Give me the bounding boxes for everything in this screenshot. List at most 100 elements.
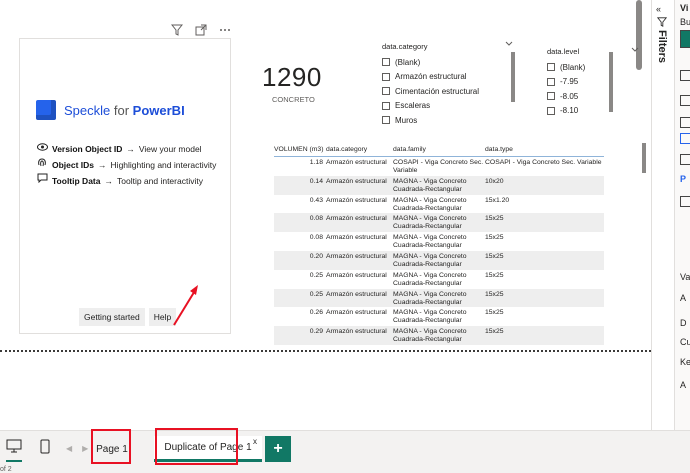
column-header[interactable]: data.category — [326, 146, 393, 153]
kpi-value: 1290 — [262, 62, 322, 92]
checkbox[interactable] — [382, 72, 390, 81]
checkbox[interactable] — [382, 58, 390, 67]
table-cell: 0.14 — [309, 177, 323, 185]
slicer-item[interactable]: (Blank) — [547, 60, 642, 75]
mobile-view-icon[interactable] — [40, 439, 50, 459]
table-row[interactable]: 0.08 Armazón estructural MAGNA - Viga Conc… — [274, 232, 604, 251]
highlight-box — [91, 429, 131, 464]
table-row[interactable]: 0.20 Armazón estructural MAGNA - Viga Conc… — [274, 250, 604, 270]
values-label: Va — [680, 272, 690, 282]
table-row[interactable]: 1.18 Armazón estructural COSAPI - Viga Con… — [274, 157, 604, 176]
slicer-item-label: Escaleras — [395, 101, 431, 111]
slicer-item-label: (Blank) — [560, 62, 586, 72]
table-cell: 15x25 — [485, 328, 504, 336]
table-row[interactable]: 0.25 Armazón estructural MAGNA - Viga Conc… — [274, 270, 604, 289]
add-drill-field-label[interactable]: A — [680, 380, 686, 390]
slicer-item-label: Muros — [395, 115, 418, 125]
highlight-box — [155, 428, 238, 465]
chart-icon[interactable] — [680, 196, 690, 207]
next-page-icon[interactable]: ▶ — [82, 444, 88, 453]
close-tab-icon[interactable]: x — [253, 437, 257, 446]
chevron-down-icon[interactable] — [631, 46, 639, 55]
slicer-item[interactable]: (Blank) — [382, 55, 522, 70]
chart-icon[interactable] — [680, 133, 690, 144]
table-cell: 0.29 — [309, 328, 323, 336]
column-header[interactable]: data.family — [393, 146, 485, 154]
filters-label[interactable]: Filters — [656, 30, 668, 63]
table-cell: MAGNA - Viga Concreto Cuadrada-Rectangul… — [393, 196, 467, 212]
build-visual-icon[interactable] — [680, 30, 690, 48]
slicer-title: data.category — [382, 42, 428, 51]
table-cell: Armazón estructural — [326, 215, 387, 223]
report-canvas: Speckle for PowerBI Version Object ID → … — [0, 0, 651, 430]
checkbox[interactable] — [547, 77, 555, 86]
page-count: of 2 — [0, 466, 12, 473]
chevron-down-icon[interactable] — [505, 40, 513, 49]
slicer-item-label: Armazón estructural — [395, 72, 467, 82]
table-cell: 15x25 — [485, 234, 504, 242]
speckle-logo-icon — [36, 100, 56, 120]
checkbox[interactable] — [547, 63, 555, 72]
checkbox[interactable] — [382, 116, 390, 125]
feature-name: Version Object ID — [52, 144, 123, 154]
slicer-level[interactable]: data.level (Blank) -7.95 -8.05 -8.10 — [547, 47, 642, 118]
getting-started-button[interactable]: Getting started — [79, 308, 145, 326]
table-cell: 10x20 — [485, 177, 504, 185]
table-cell: 15x25 — [485, 309, 504, 317]
speckle-brand: Speckle for PowerBI — [36, 100, 185, 120]
add-page-button[interactable]: + — [265, 436, 291, 462]
table-row[interactable]: 0.43 Armazón estructural MAGNA - Viga Conc… — [274, 195, 604, 214]
slicer-item[interactable]: Armazón estructural — [382, 70, 522, 85]
slicer-scrollbar[interactable] — [609, 52, 613, 112]
chart-icon[interactable] — [680, 95, 690, 106]
chart-icon[interactable] — [680, 117, 690, 128]
slicer-item[interactable]: -7.95 — [547, 75, 642, 90]
powerbi-report-editor: Speckle for PowerBI Version Object ID → … — [0, 0, 690, 473]
desktop-view-icon[interactable] — [6, 439, 22, 462]
table-row[interactable]: 0.25 Armazón estructural MAGNA - Viga Conc… — [274, 288, 604, 308]
table-cell: 0.43 — [309, 196, 323, 204]
checkbox[interactable] — [382, 101, 390, 110]
slicer-item[interactable]: Muros — [382, 113, 522, 128]
table-cell: 0.25 — [309, 271, 323, 279]
table-cell: 0.25 — [309, 290, 323, 298]
slicer-item[interactable]: Escaleras — [382, 99, 522, 114]
column-header[interactable]: VOLUMEN (m3) — [274, 146, 326, 153]
focus-mode-icon[interactable] — [194, 23, 208, 37]
table-row[interactable]: 0.29 Armazón estructural MAGNA - Viga Conc… — [274, 326, 604, 345]
table-cell: Armazón estructural — [326, 252, 387, 260]
speckle-features: Version Object ID → View your model Obje… — [36, 141, 216, 189]
more-options-icon[interactable] — [218, 23, 232, 37]
chart-icon[interactable] — [680, 70, 690, 81]
table-scrollbar[interactable] — [642, 143, 646, 173]
brand-name: Speckle — [64, 102, 111, 118]
slicer-item[interactable]: Cimentación estructural — [382, 84, 522, 99]
power-apps-label: P — [680, 174, 687, 184]
column-header[interactable]: data.type — [485, 146, 604, 154]
checkbox[interactable] — [382, 87, 390, 96]
fingerprint-icon — [36, 157, 48, 173]
table-cell: 0.20 — [309, 252, 323, 260]
slicer-scrollbar[interactable] — [511, 52, 515, 102]
table-row[interactable]: 0.14 Armazón estructural MAGNA - Viga Conc… — [274, 175, 604, 195]
filters-pane-collapsed[interactable]: « — [652, 0, 674, 430]
table-cell: 15x25 — [485, 271, 504, 279]
pane-title: Vi — [680, 3, 689, 13]
slicer-category[interactable]: data.category (Blank) Armazón estructura… — [382, 42, 522, 128]
slicer-item-label: Cimentación estructural — [395, 86, 480, 96]
checkbox[interactable] — [547, 92, 555, 101]
checkbox[interactable] — [547, 106, 555, 115]
table-row[interactable]: 0.08 Armazón estructural MAGNA - Viga Conc… — [274, 213, 604, 233]
add-field-label[interactable]: A — [680, 293, 686, 303]
feature-tooltip-data: Tooltip Data → Tooltip and interactivity — [36, 173, 216, 189]
previous-page-icon[interactable]: ◀ — [66, 444, 72, 453]
annotation-arrow — [173, 285, 198, 326]
filter-icon[interactable] — [170, 23, 184, 37]
chart-icon[interactable] — [680, 154, 690, 165]
slicer-item[interactable]: -8.10 — [547, 104, 642, 119]
data-table[interactable]: VOLUMEN (m3) data.category data.family d… — [274, 143, 604, 345]
slicer-item[interactable]: -8.05 — [547, 89, 642, 104]
table-row[interactable]: 0.26 Armazón estructural MAGNA - Viga Conc… — [274, 307, 604, 326]
table-cell: 15x25 — [485, 290, 504, 298]
collapse-arrow-icon[interactable]: « — [656, 4, 661, 14]
